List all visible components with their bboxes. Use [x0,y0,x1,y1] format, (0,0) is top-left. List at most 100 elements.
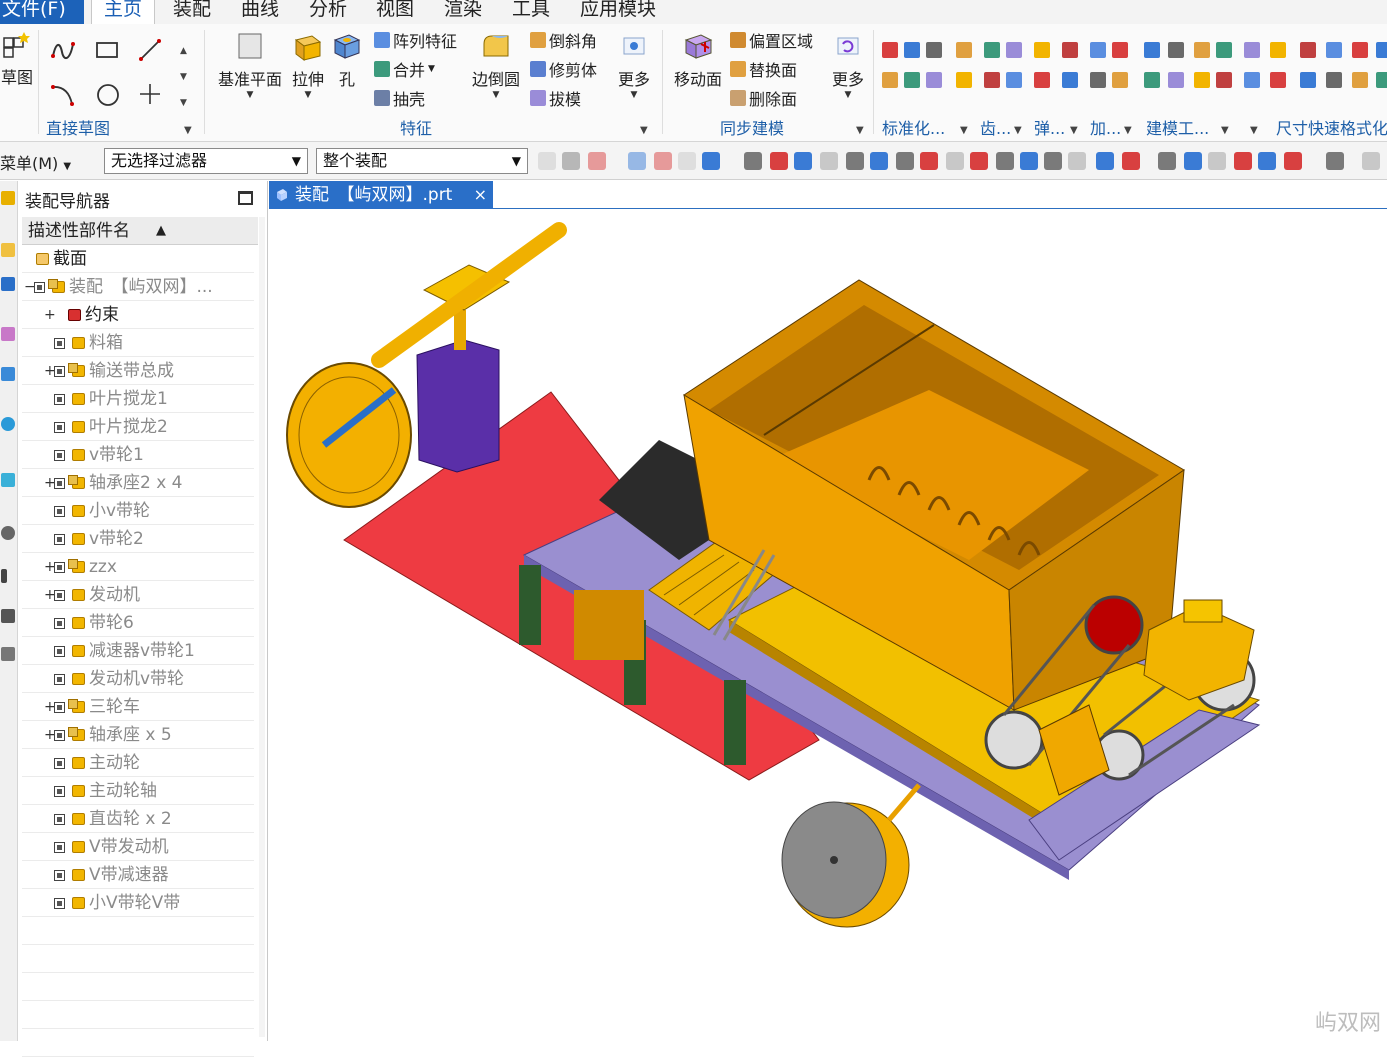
replace-face-button[interactable]: 替换面 [730,57,797,81]
visibility-checkbox[interactable] [34,282,45,293]
offset-region-button[interactable]: 偏置区域 [730,28,813,52]
edge-blend-button[interactable]: 边倒圆 ▼ [468,30,524,100]
tree-row[interactable]: + 输送带总成 [22,357,254,385]
tab-home[interactable]: 主页 [91,0,156,24]
circle-icon[interactable] [95,82,121,108]
selection-tool-icon[interactable] [744,152,762,170]
selection-tool-icon[interactable] [846,152,864,170]
group-dropdown-icon[interactable]: ▼ [1070,125,1078,136]
tool-icon[interactable] [1034,42,1050,58]
tree-row[interactable]: v带轮2 [22,525,254,553]
tree-row[interactable]: v带轮1 [22,441,254,469]
tab-assembly[interactable]: 装配 [173,0,211,24]
tool-icon[interactable] [984,72,1000,88]
visibility-checkbox[interactable] [54,674,65,685]
selection-tool-icon[interactable] [820,152,838,170]
selection-tool-icon[interactable] [654,152,672,170]
role-icon[interactable] [1,609,15,623]
visibility-checkbox[interactable] [54,842,65,853]
visibility-checkbox[interactable] [54,450,65,461]
selection-tool-icon[interactable] [996,152,1014,170]
selection-tool-icon[interactable] [946,152,964,170]
tool-icon[interactable] [1326,42,1342,58]
tree-row[interactable]: 直齿轮 x 2 [22,805,254,833]
group-dropdown-icon[interactable]: ▼ [960,125,968,136]
tool-icon[interactable] [1376,42,1387,58]
tab-tools[interactable]: 工具 [512,0,550,24]
point-icon[interactable] [138,82,162,106]
visibility-checkbox[interactable] [54,478,65,489]
move-face-button[interactable]: 移动面 [668,30,728,90]
selection-tool-icon[interactable] [794,152,812,170]
group-dropdown-icon[interactable]: ▼ [1014,125,1022,136]
tree-row[interactable]: 料箱 [22,329,254,357]
tool-icon[interactable] [1216,42,1232,58]
delete-face-button[interactable]: 删除面 [730,86,797,110]
shell-button[interactable]: 抽壳 [374,86,425,110]
tree-row[interactable]: − 装配 【屿双网】... [22,273,254,301]
tree-row[interactable]: 主动轮轴 [22,777,254,805]
tool-icon[interactable] [1300,72,1316,88]
selection-tool-icon[interactable] [678,152,696,170]
tool-icon[interactable] [1376,72,1387,88]
reuse-library-icon[interactable] [1,327,15,341]
tool-icon[interactable] [1144,72,1160,88]
tree-row[interactable]: V带发动机 [22,833,254,861]
web-browser-icon[interactable] [1,417,15,431]
visibility-checkbox[interactable] [54,590,65,601]
chamfer-button[interactable]: 倒斜角 [530,28,597,52]
tool-icon[interactable] [1034,72,1050,88]
maximize-icon[interactable] [238,191,253,205]
visibility-checkbox[interactable] [54,562,65,573]
group-dropdown-icon[interactable]: ▼ [856,125,864,136]
visibility-checkbox[interactable] [54,646,65,657]
selection-tool-icon[interactable] [1208,152,1226,170]
selection-tool-icon[interactable] [1096,152,1114,170]
tool-icon[interactable] [1168,72,1184,88]
selection-tool-icon[interactable] [870,152,888,170]
tool-icon[interactable] [904,42,920,58]
tool-icon[interactable] [1006,42,1022,58]
selection-tool-icon[interactable] [1326,152,1344,170]
hd3d-tools-icon[interactable] [1,367,15,381]
group-dropdown-icon[interactable]: ▼ [1250,125,1258,136]
main-menu-button[interactable]: 菜单(M) ▼ [0,150,71,174]
visibility-checkbox[interactable] [54,338,65,349]
selection-tool-icon[interactable] [538,152,556,170]
tool-icon[interactable] [1326,72,1342,88]
tree-row[interactable]: 叶片搅龙2 [22,413,254,441]
group-dropdown-icon[interactable]: ▼ [1124,125,1132,136]
tool-icon[interactable] [1300,42,1316,58]
selection-tool-icon[interactable] [896,152,914,170]
tool-icon[interactable] [1112,72,1128,88]
tool-icon[interactable] [1144,42,1160,58]
tool-icon[interactable] [1352,72,1368,88]
tool-icon[interactable] [904,72,920,88]
visibility-checkbox[interactable] [54,870,65,881]
clock-icon[interactable] [1,526,15,540]
line-icon[interactable] [138,38,162,62]
tree-row[interactable]: 减速器v带轮1 [22,637,254,665]
selection-tool-icon[interactable] [562,152,580,170]
tab-curve[interactable]: 曲线 [241,0,279,24]
tree-row[interactable]: + zzx [22,553,254,581]
unite-button[interactable]: 合并 ▼ [374,57,435,81]
visibility-checkbox[interactable] [54,506,65,517]
selection-tool-icon[interactable] [770,152,788,170]
tool-icon[interactable] [1062,72,1078,88]
tool-icon[interactable] [926,72,942,88]
tool-icon[interactable] [1062,42,1078,58]
tree-row[interactable]: 小V带轮V带 [22,889,254,917]
graphics-viewport[interactable]: 屿双网 [269,210,1387,1041]
expand-icon[interactable]: + [44,301,56,329]
history-icon[interactable] [1,473,15,487]
tool-icon[interactable] [1244,72,1260,88]
draft-button[interactable]: 拔模 [530,86,581,110]
visibility-checkbox[interactable] [54,702,65,713]
selection-tool-icon[interactable] [1258,152,1276,170]
navigator-scrollbar[interactable] [259,217,265,1037]
visibility-checkbox[interactable] [54,422,65,433]
visibility-checkbox[interactable] [54,394,65,405]
tool-icon[interactable] [926,42,942,58]
tree-row[interactable]: 截面 [22,245,254,273]
